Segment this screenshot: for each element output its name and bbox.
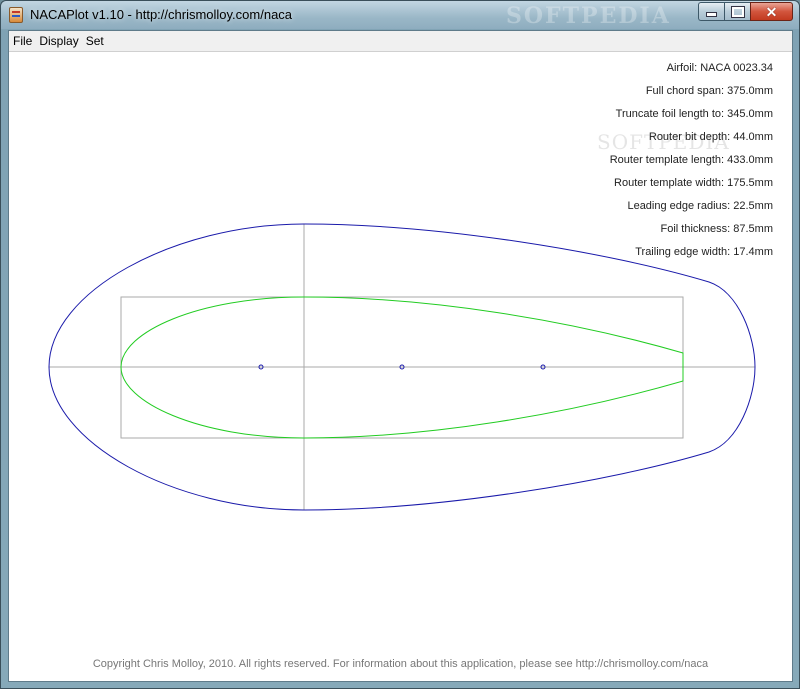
info-leading-edge-radius: Leading edge radius: 22.5mm	[627, 200, 773, 212]
close-button[interactable]: ✕	[750, 2, 793, 21]
minimize-button[interactable]	[698, 2, 724, 21]
copyright-footer: Copyright Chris Molloy, 2010. All rights…	[92, 658, 709, 670]
caption-buttons: ✕	[698, 2, 793, 21]
window-title: NACAPlot v1.10 - http://chrismolloy.com/…	[30, 7, 293, 22]
info-airfoil: Airfoil: NACA 0023.34	[666, 62, 773, 74]
menu-set[interactable]: Set	[82, 34, 107, 48]
info-template-width: Router template width: 175.5mm	[614, 177, 773, 189]
maximize-button[interactable]	[724, 2, 750, 21]
client-area: File Display Set SOFTPEDIA Airfoil: NACA…	[8, 30, 793, 682]
info-template-length: Router template length: 433.0mm	[609, 154, 773, 166]
plot-canvas: SOFTPEDIA Airfoil: NACA 0023.34 Full cho…	[9, 52, 792, 681]
info-router-bit-depth: Router bit depth: 44.0mm	[648, 131, 773, 143]
java-app-icon[interactable]	[9, 7, 23, 23]
info-trailing-edge-width: Trailing edge width: 17.4mm	[635, 246, 773, 258]
menu-display[interactable]: Display	[35, 34, 81, 48]
minimize-icon	[706, 12, 717, 17]
close-icon: ✕	[765, 3, 778, 20]
maximize-icon	[730, 5, 745, 18]
title-bar[interactable]: NACAPlot v1.10 - http://chrismolloy.com/…	[1, 1, 799, 29]
info-truncate-length: Truncate foil length to: 345.0mm	[615, 108, 773, 120]
info-foil-thickness: Foil thickness: 87.5mm	[660, 223, 773, 235]
parameters-panel: Airfoil: NACA 0023.34 Full chord span: 3…	[610, 62, 773, 269]
softpedia-watermark: SOFTPEDIA	[506, 3, 671, 29]
menu-file[interactable]: File	[9, 34, 35, 48]
info-full-chord-span: Full chord span: 375.0mm	[645, 85, 773, 97]
application-window: NACAPlot v1.10 - http://chrismolloy.com/…	[0, 0, 800, 689]
menu-bar: File Display Set	[9, 31, 792, 52]
